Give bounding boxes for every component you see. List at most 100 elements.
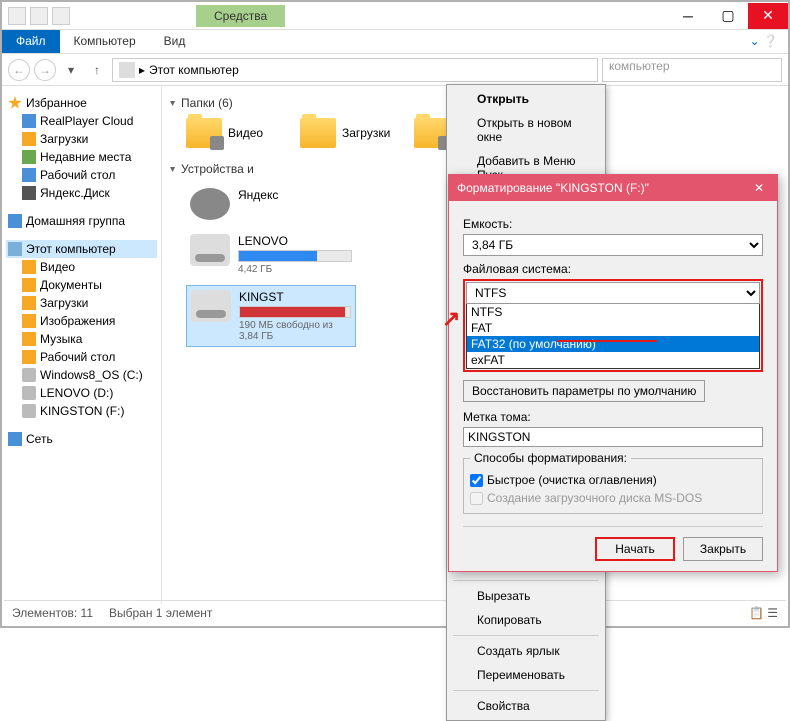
dialog-close-button[interactable]: ✕ — [749, 181, 769, 195]
cloud-drive-icon — [190, 188, 230, 220]
ctx-rename[interactable]: Переименовать — [449, 663, 603, 687]
breadcrumb[interactable]: ▸ Этот компьютер — [112, 58, 598, 82]
folder-icon — [22, 278, 36, 292]
window-titlebar: Средства ─ ▢ ✕ — [2, 2, 788, 30]
close-button[interactable]: ✕ — [748, 3, 788, 29]
close-button[interactable]: Закрыть — [683, 537, 763, 561]
forward-button[interactable]: → — [34, 59, 56, 81]
recent-icon — [22, 150, 36, 164]
folder-item[interactable]: Видео — [186, 118, 296, 148]
annotation-line — [557, 340, 657, 342]
desktop-icon — [22, 168, 36, 182]
sidebar-item[interactable]: Рабочий стол — [6, 348, 157, 366]
view-icons[interactable]: 📋 ☰ — [749, 606, 778, 620]
quick-format-checkbox[interactable] — [470, 474, 483, 487]
msdos-checkbox — [470, 492, 483, 505]
sidebar-item[interactable]: Загрузки — [6, 294, 157, 312]
annotation-arrow: ↗ — [442, 306, 460, 332]
dialog-title: Форматирование "KINGSTON (F:)" — [457, 181, 649, 195]
folder-icon — [22, 260, 36, 274]
sidebar-item[interactable]: Видео — [6, 258, 157, 276]
homegroup-header[interactable]: Домашняя группа — [6, 212, 157, 230]
capacity-select[interactable]: 3,84 ГБ — [463, 234, 763, 256]
folder-icon — [22, 350, 36, 364]
start-button[interactable]: Начать — [595, 537, 675, 561]
ql-icon[interactable] — [30, 7, 48, 25]
drive-item-selected[interactable]: KINGST190 МБ свободно из 3,84 ГБ — [186, 285, 356, 347]
format-methods-label: Способы форматирования: — [470, 451, 631, 465]
fs-option-ntfs[interactable]: NTFS — [467, 304, 759, 320]
format-dialog: Форматирование "KINGSTON (F:)" ✕ Емкость… — [448, 174, 778, 572]
ql-icon[interactable] — [8, 7, 26, 25]
selection-count: Выбран 1 элемент — [109, 606, 212, 620]
volume-label: Метка тома: — [463, 410, 763, 424]
ctx-properties[interactable]: Свойства — [449, 694, 603, 718]
drive-icon — [22, 368, 36, 382]
tab-file[interactable]: Файл — [2, 30, 60, 53]
search-input[interactable]: компьютер — [602, 58, 782, 82]
fs-option-exfat[interactable]: exFAT — [467, 352, 759, 368]
capacity-label: Емкость: — [463, 217, 763, 231]
ribbon-tabs: Файл Компьютер Вид ⌄ ❔ — [2, 30, 788, 54]
back-button[interactable]: ← — [8, 59, 30, 81]
filesystem-dropdown: NTFS FAT FAT32 (по умолчанию) exFAT — [466, 303, 760, 369]
sidebar-item[interactable]: LENOVO (D:) — [6, 384, 157, 402]
sidebar-item[interactable]: Изображения — [6, 312, 157, 330]
help-button[interactable]: ⌄ ❔ — [740, 30, 788, 53]
folder-item[interactable]: Загрузки — [300, 118, 410, 148]
tab-view[interactable]: Вид — [150, 30, 200, 53]
address-bar: ← → ▾ ↑ ▸ Этот компьютер компьютер — [2, 54, 788, 86]
ql-icon[interactable] — [52, 7, 70, 25]
filesystem-select[interactable]: NTFS — [466, 282, 760, 304]
hdd-icon — [190, 234, 230, 266]
pc-icon — [8, 242, 22, 256]
window-controls: ─ ▢ ✕ — [668, 3, 788, 29]
sidebar-item[interactable]: RealPlayer Cloud — [6, 112, 157, 130]
sidebar-item[interactable]: Рабочий стол — [6, 166, 157, 184]
ctx-open-new-window[interactable]: Открыть в новом окне — [449, 111, 603, 149]
drive-item[interactable]: Яндекс — [186, 184, 356, 224]
ctx-open[interactable]: Открыть — [449, 87, 603, 111]
history-dropdown[interactable]: ▾ — [60, 59, 82, 81]
this-pc-header[interactable]: Этот компьютер — [6, 240, 157, 258]
network-icon — [8, 432, 22, 446]
drive-icon — [22, 404, 36, 418]
up-button[interactable]: ↑ — [86, 59, 108, 81]
maximize-button[interactable]: ▢ — [708, 3, 748, 29]
usb-drive-icon — [191, 290, 231, 322]
format-methods-group: Способы форматирования: Быстрое (очистка… — [463, 451, 763, 514]
sidebar-item[interactable]: KINGSTON (F:) — [6, 402, 157, 420]
drive-item[interactable]: LENOVO4,42 ГБ — [186, 230, 356, 279]
network-header[interactable]: Сеть — [6, 430, 157, 448]
sidebar-item[interactable]: Windows8_OS (C:) — [6, 366, 157, 384]
fs-option-fat[interactable]: FAT — [467, 320, 759, 336]
sidebar-item[interactable]: Яндекс.Диск — [6, 184, 157, 202]
pc-icon — [119, 62, 135, 78]
folder-icon — [300, 118, 336, 148]
restore-defaults-button[interactable]: Восстановить параметры по умолчанию — [463, 380, 705, 402]
ctx-copy[interactable]: Копировать — [449, 608, 603, 632]
folder-icon — [186, 118, 222, 148]
sidebar-item[interactable]: Музыка — [6, 330, 157, 348]
sidebar-item[interactable]: Недавние места — [6, 148, 157, 166]
separator — [453, 690, 599, 691]
filesystem-label: Файловая система: — [463, 262, 763, 276]
star-icon — [8, 96, 22, 110]
fs-option-fat32[interactable]: FAT32 (по умолчанию) — [467, 336, 759, 352]
favorites-header[interactable]: Избранное — [6, 94, 157, 112]
separator — [453, 635, 599, 636]
drive-icon — [22, 386, 36, 400]
ctx-cut[interactable]: Вырезать — [449, 584, 603, 608]
breadcrumb-text: Этот компьютер — [149, 63, 239, 77]
volume-input[interactable] — [463, 427, 763, 447]
folder-icon — [22, 314, 36, 328]
minimize-button[interactable]: ─ — [668, 3, 708, 29]
sidebar-item[interactable]: Загрузки — [6, 130, 157, 148]
ribbon-context-tab[interactable]: Средства — [196, 5, 285, 27]
dialog-titlebar[interactable]: Форматирование "KINGSTON (F:)" ✕ — [449, 175, 777, 201]
folder-icon — [22, 296, 36, 310]
tab-computer[interactable]: Компьютер — [60, 30, 150, 53]
sidebar-item[interactable]: Документы — [6, 276, 157, 294]
folder-icon — [22, 332, 36, 346]
ctx-create-shortcut[interactable]: Создать ярлык — [449, 639, 603, 663]
